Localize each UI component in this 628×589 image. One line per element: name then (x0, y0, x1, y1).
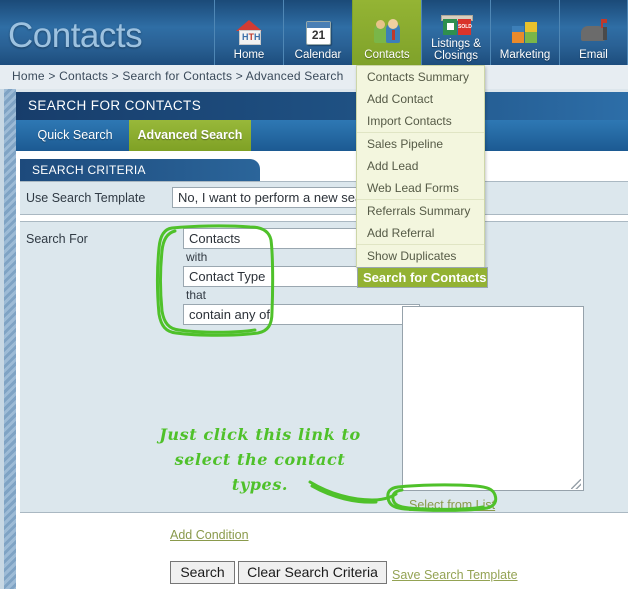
search-values-textarea[interactable] (402, 306, 584, 491)
nav-item-marketing[interactable]: Marketing (490, 0, 559, 65)
annotation-line-1: Just click this link to (159, 425, 361, 444)
search-criteria-header: SEARCH CRITERIA (20, 159, 260, 181)
page-title: Contacts (8, 16, 143, 55)
search-operator-value: contain any of (189, 307, 270, 322)
search-criteria-title: SEARCH CRITERIA (32, 163, 146, 177)
contacts-dropdown-menu: Contacts Summary Add Contact Import Cont… (356, 65, 488, 288)
annotation-line-2: select the contact (174, 450, 346, 469)
calendar-day: 21 (311, 28, 326, 42)
sold-text: SOLD (458, 24, 472, 30)
menu-item-search-for-contacts[interactable]: Search for Contacts (357, 267, 488, 288)
that-label: that (186, 288, 207, 302)
nav-item-email[interactable]: Email (559, 0, 628, 65)
search-operator-select[interactable]: contain any of (183, 304, 420, 325)
nav-item-contacts[interactable]: Contacts (352, 0, 421, 65)
search-button[interactable]: Search (170, 561, 235, 584)
breadcrumb[interactable]: Home > Contacts > Search for Contacts > … (12, 69, 344, 83)
for-sale-sign-icon: SOLD (439, 11, 473, 37)
puzzle-icon (508, 18, 542, 48)
people-icon (370, 18, 404, 48)
house-icon: HTH (232, 18, 266, 48)
left-edge (0, 89, 4, 589)
nav-label-email: Email (579, 49, 608, 61)
nav-label-listings: Listings & Closings (431, 38, 481, 65)
top-banner: Contacts HTH Home 21 Calendar Contacts S… (0, 0, 628, 65)
with-label: with (186, 250, 208, 264)
tab-quick-search[interactable]: Quick Search (22, 120, 128, 151)
resize-handle-icon[interactable] (571, 479, 581, 489)
mailbox-icon (577, 18, 611, 48)
menu-item-referrals-summary[interactable]: Referrals Summary (357, 199, 484, 222)
nav-item-listings-closings[interactable]: SOLD Listings & Closings (421, 0, 490, 65)
main-navigation: HTH Home 21 Calendar Contacts SOLD Listi… (214, 0, 628, 65)
nav-label-contacts: Contacts (364, 49, 410, 61)
panel-header: SEARCH FOR CONTACTS (16, 92, 628, 120)
save-search-template-link[interactable]: Save Search Template (392, 568, 518, 582)
calendar-icon: 21 (301, 18, 335, 48)
menu-item-sales-pipeline[interactable]: Sales Pipeline (357, 132, 484, 155)
menu-item-add-lead[interactable]: Add Lead (357, 155, 484, 177)
menu-item-add-contact[interactable]: Add Contact (357, 88, 484, 110)
nav-label-calendar: Calendar (294, 49, 342, 61)
menu-item-import-contacts[interactable]: Import Contacts (357, 110, 484, 132)
nav-label-listings-l1: Listings & (431, 38, 481, 50)
tab-advanced-search[interactable]: Advanced Search (129, 120, 251, 151)
search-for-label: Search For (26, 232, 88, 246)
app-root: Contacts HTH Home 21 Calendar Contacts S… (0, 0, 628, 589)
annotation-line-3: types. (231, 475, 289, 494)
menu-item-contacts-summary[interactable]: Contacts Summary (357, 66, 484, 88)
nav-label-marketing: Marketing (499, 49, 551, 61)
tab-bar: Quick Search Advanced Search (16, 120, 628, 151)
annotation-text: Just click this link to select the conta… (140, 422, 380, 497)
use-search-template-label: Use Search Template (26, 191, 146, 205)
nav-item-home[interactable]: HTH Home (214, 0, 283, 65)
template-row: Use Search Template No, I want to perfor… (20, 181, 628, 215)
nav-item-calendar[interactable]: 21 Calendar (283, 0, 352, 65)
clear-search-criteria-button[interactable]: Clear Search Criteria (238, 561, 387, 584)
panel-header-title: SEARCH FOR CONTACTS (28, 98, 202, 113)
menu-item-add-referral[interactable]: Add Referral (357, 222, 484, 244)
breadcrumb-bar: Home > Contacts > Search for Contacts > … (0, 65, 628, 89)
nav-label-home: Home (233, 49, 265, 61)
add-condition-link[interactable]: Add Condition (170, 528, 249, 542)
select-from-list-link[interactable]: Select from List (409, 498, 495, 512)
menu-item-show-duplicates[interactable]: Show Duplicates (357, 244, 484, 267)
nav-label-listings-l2: Closings (433, 50, 479, 62)
menu-item-web-lead-forms[interactable]: Web Lead Forms (357, 177, 484, 199)
